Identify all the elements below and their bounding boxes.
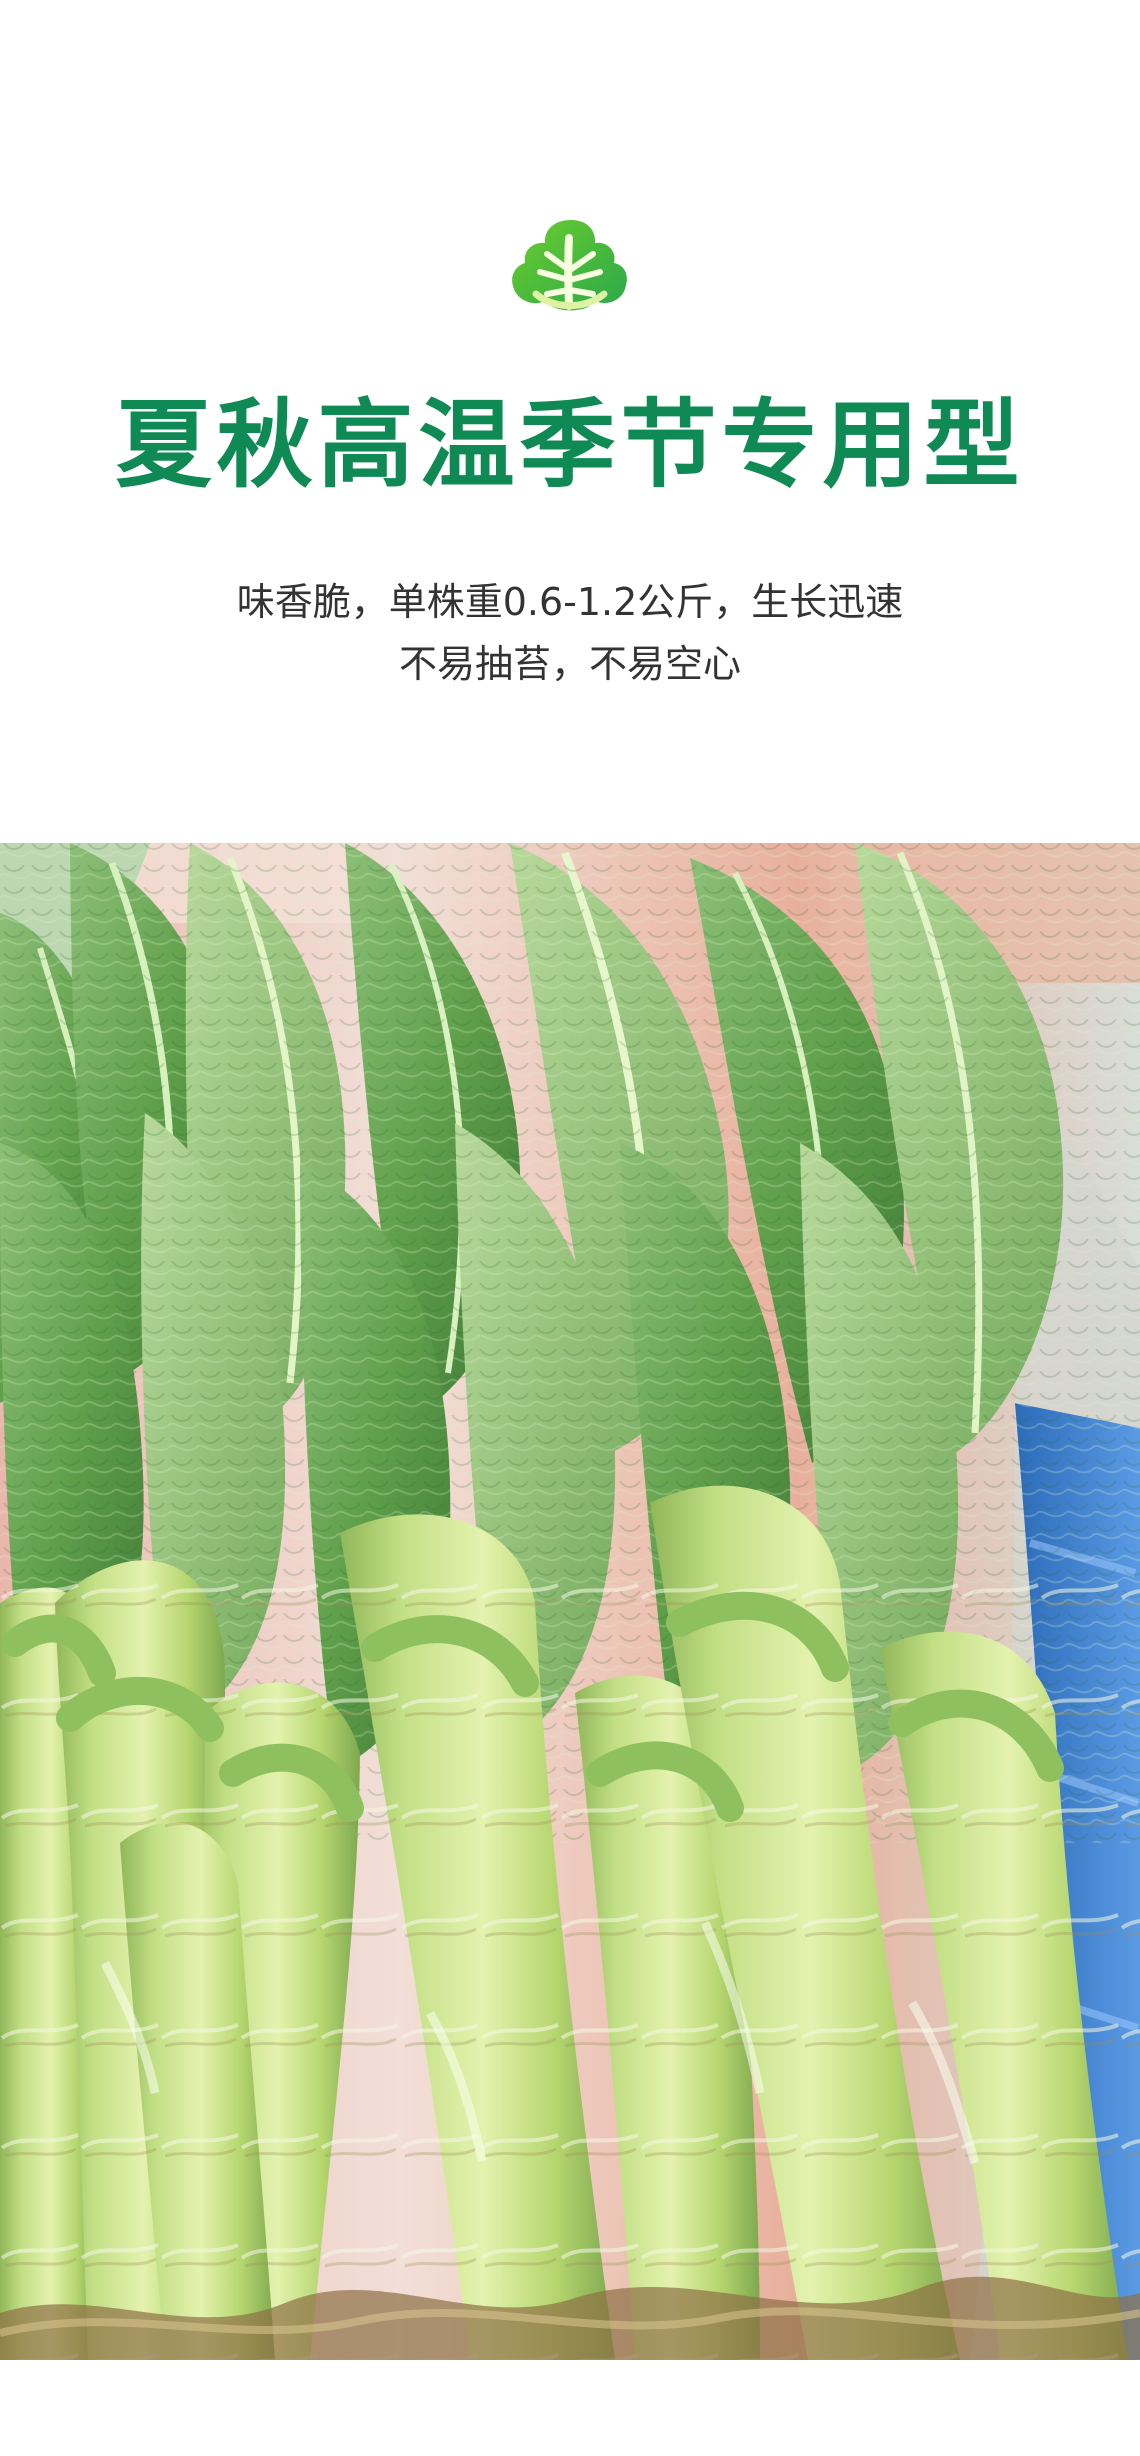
page-title: 夏秋高温季节专用型 bbox=[115, 389, 1025, 501]
product-detail-page: 夏秋高温季节专用型 味香脆，单株重0.6-1.2公斤，生长迅速 不易抽苔，不易空… bbox=[0, 0, 1140, 2456]
bottom-spacer bbox=[0, 2360, 1140, 2456]
product-description-line-2: 不易抽苔，不易空心 bbox=[398, 642, 741, 686]
lettuce-stems-photo bbox=[0, 843, 1140, 2360]
product-description-line-1: 味香脆，单株重0.6-1.2公斤，生长迅速 bbox=[236, 580, 904, 624]
lettuce-icon bbox=[505, 212, 635, 322]
